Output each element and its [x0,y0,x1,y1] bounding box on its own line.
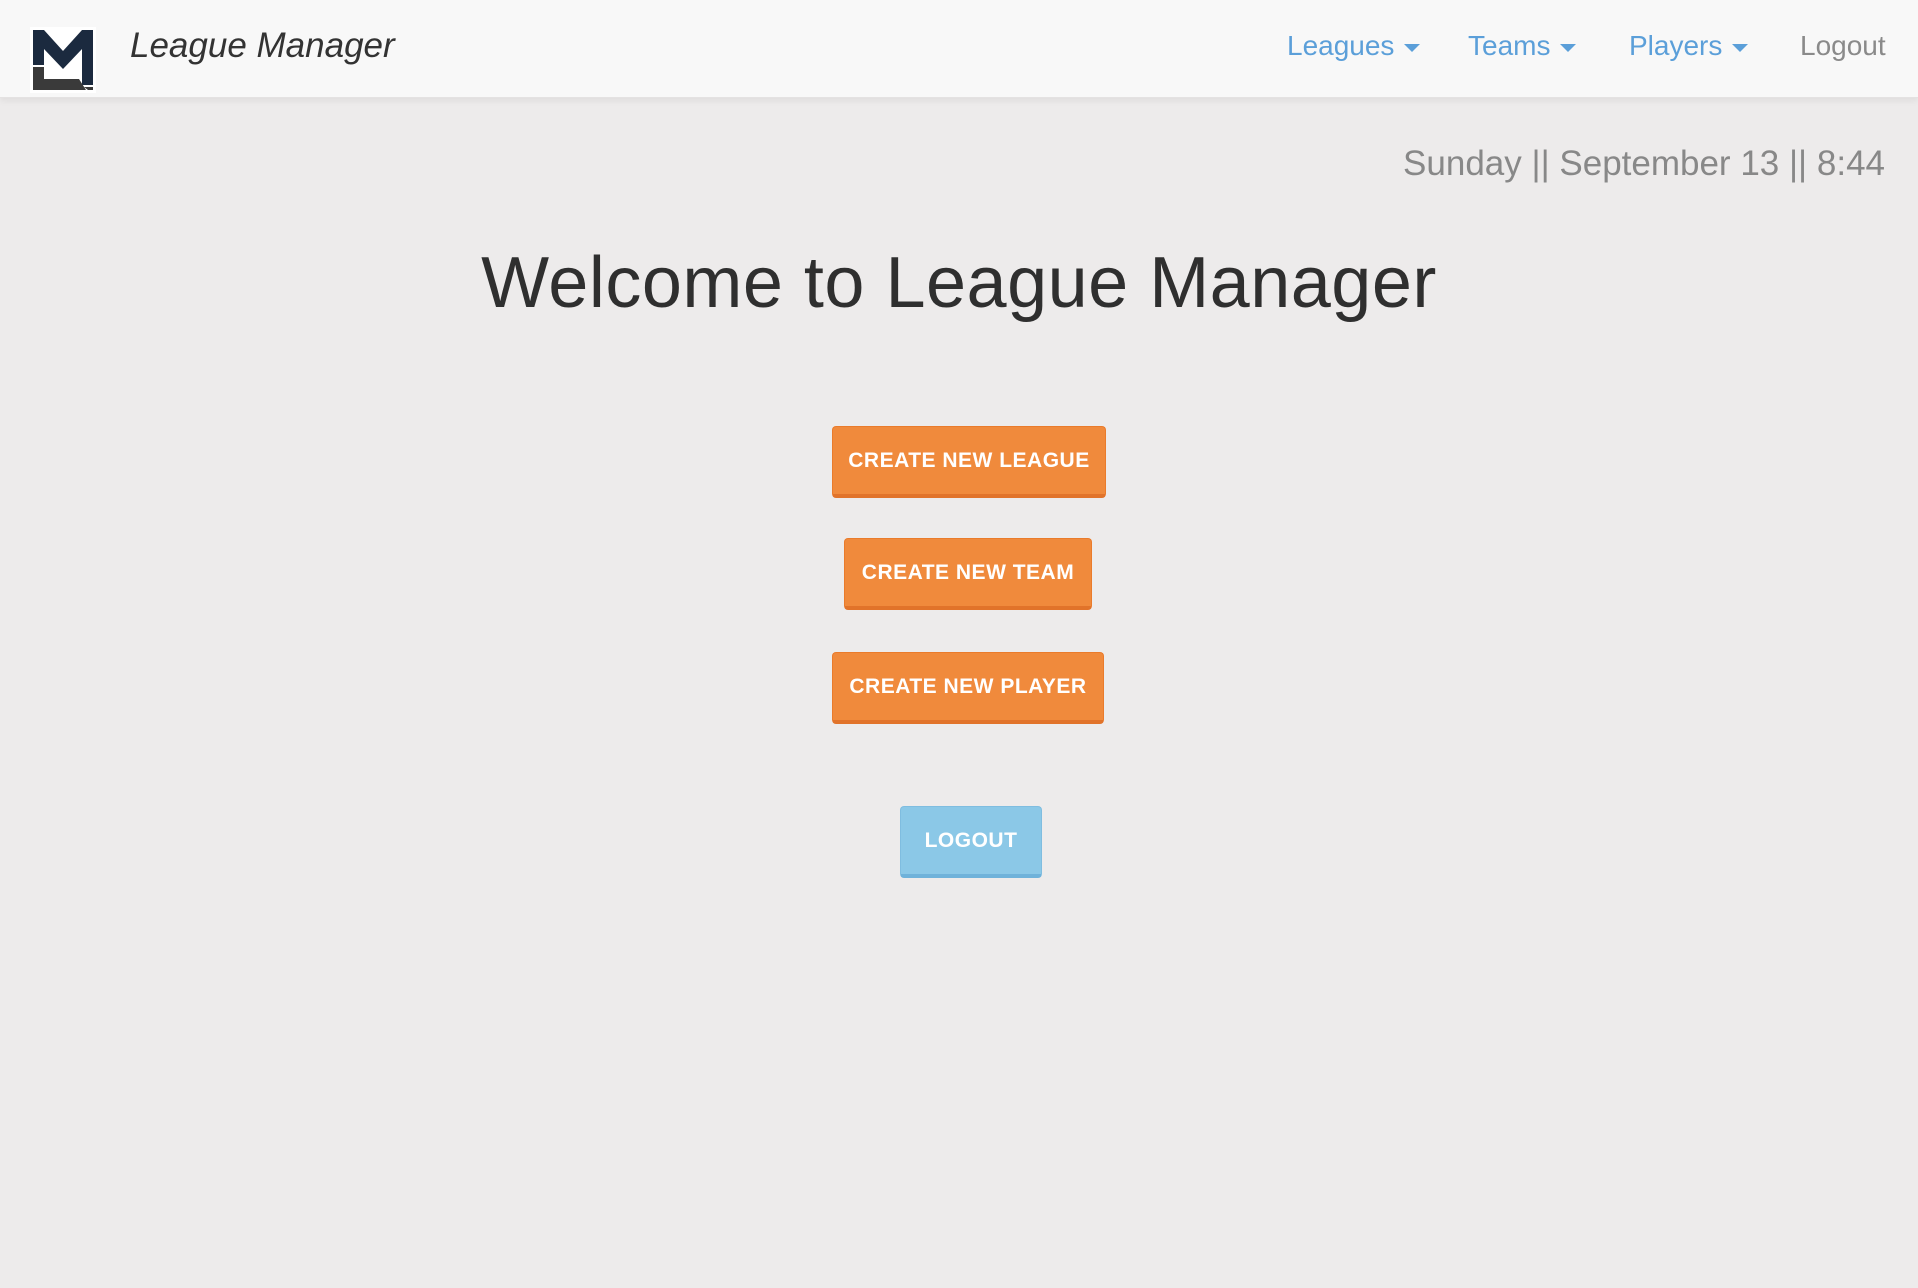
nav-teams-dropdown[interactable]: Teams [1468,30,1577,62]
nav-players-dropdown[interactable]: Players [1629,30,1749,62]
nav-leagues-dropdown[interactable]: Leagues [1287,30,1421,62]
league-manager-logo-icon[interactable] [30,27,96,93]
caret-down-icon [1732,44,1749,52]
logout-button[interactable]: LOGOUT [900,806,1042,878]
nav-players-label: Players [1629,30,1723,61]
caret-down-icon [1560,44,1577,52]
create-player-button[interactable]: CREATE NEW PLAYER [832,652,1104,724]
page-title: Welcome to League Manager [481,243,1437,323]
create-league-button[interactable]: CREATE NEW LEAGUE [832,426,1106,498]
brand-title[interactable]: League Manager [130,26,395,66]
datetime-display: Sunday || September 13 || 8:44 [1403,144,1885,183]
create-team-button[interactable]: CREATE NEW TEAM [844,538,1092,610]
nav-leagues-label: Leagues [1287,30,1395,61]
nav-logout-link[interactable]: Logout [1800,30,1886,62]
nav-teams-label: Teams [1468,30,1551,61]
caret-down-icon [1404,44,1421,52]
navbar: League Manager Leagues Teams Players Log… [0,0,1918,98]
